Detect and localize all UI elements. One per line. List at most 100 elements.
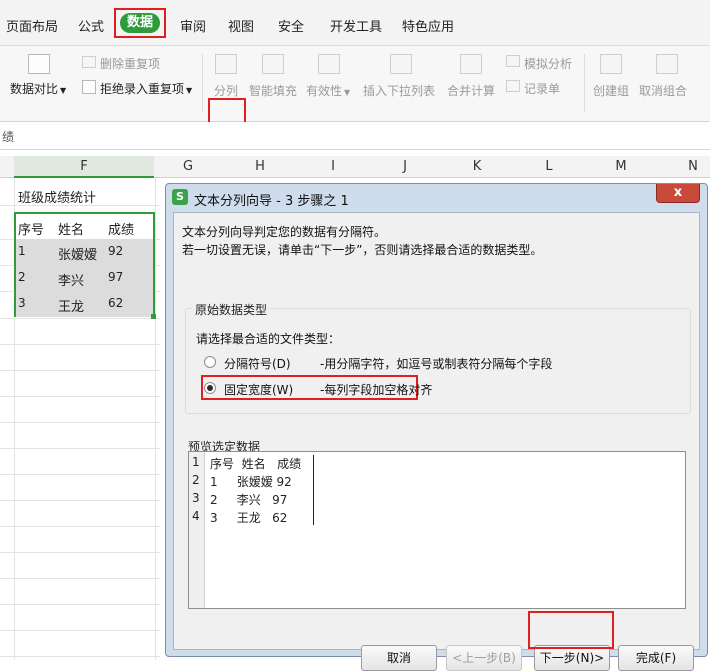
fixed-width-radio[interactable] — [204, 382, 216, 394]
column-header-f[interactable]: F — [74, 159, 94, 174]
reject-duplicates-button[interactable]: 拒绝录入重复项 ▼ — [100, 80, 192, 97]
menu-data[interactable]: 数据 — [120, 13, 160, 33]
column-header-j[interactable]: J — [395, 159, 415, 174]
insert-dropdown-button[interactable]: 插入下拉列表 — [363, 82, 435, 99]
choose-type-prompt: 请选择最合适的文件类型： — [196, 332, 341, 346]
simulate-icon — [506, 55, 520, 67]
grid-line — [0, 604, 160, 605]
column-header-row: F G H I J K L M N — [0, 156, 710, 178]
table-cell[interactable]: 3 — [18, 296, 26, 310]
fixed-width-description: -每列字段加空格对齐 — [320, 383, 433, 397]
grid-line — [0, 500, 160, 501]
grid-line — [0, 396, 160, 397]
table-cell[interactable]: 92 — [108, 244, 123, 258]
table-cell[interactable]: 97 — [108, 270, 123, 284]
table-cell[interactable]: 李兴 — [58, 270, 84, 289]
menu-review[interactable]: 审阅 — [180, 16, 206, 35]
chevron-down-icon: ▼ — [344, 88, 351, 97]
menu-page-layout[interactable]: 页面布局 — [6, 16, 58, 35]
menu-formula[interactable]: 公式 — [78, 16, 104, 35]
column-header-k[interactable]: K — [467, 159, 487, 174]
preview-line: 序号 姓名 成绩 — [210, 457, 302, 471]
validity-icon — [318, 54, 340, 74]
dialog-titlebar[interactable]: S 文本分列向导 - 3 步骤之 1 x — [166, 184, 707, 210]
intro-line-2: 若一切设置无误，请单击“下一步”，否则请选择最合适的数据类型。 — [182, 243, 543, 257]
grid-line — [155, 178, 156, 660]
record-icon — [506, 80, 520, 92]
ribbon-divider — [202, 54, 203, 112]
table-row: 3 王龙 62 — [16, 291, 153, 317]
column-header-g[interactable]: G — [178, 159, 198, 174]
chevron-down-icon: ▼ — [60, 86, 67, 95]
table-header-cell[interactable]: 姓名 — [58, 219, 84, 238]
table-header-cell[interactable]: 成绩 — [108, 219, 134, 238]
table-cell[interactable]: 王龙 — [58, 296, 84, 315]
preview-line: 3 王龙 62 — [210, 511, 288, 525]
menu-data-highlight: 数据 — [114, 8, 166, 38]
split-icon — [215, 54, 237, 74]
reject-duplicates-label: 拒绝录入重复项 — [100, 82, 185, 96]
ungroup-button[interactable]: 取消组合 — [639, 82, 687, 99]
radio-selected-dot — [207, 385, 213, 391]
column-header-l[interactable]: L — [539, 159, 559, 174]
formula-bar-text: 绩 — [2, 130, 15, 144]
delimited-label[interactable]: 分隔符号(D) — [224, 355, 291, 372]
data-compare-button[interactable]: 数据对比 ▼ — [10, 80, 66, 97]
fixed-width-label[interactable]: 固定宽度(W) — [224, 381, 293, 398]
smart-fill-button[interactable]: 智能填充 — [249, 82, 297, 99]
column-header-h[interactable]: H — [250, 159, 270, 174]
grid-line — [0, 370, 160, 371]
menu-special[interactable]: 特色应用 — [402, 16, 454, 35]
table-cell[interactable]: 1 — [18, 244, 26, 258]
finish-button[interactable]: 完成(F) — [618, 645, 694, 671]
table-row: 2 李兴 97 — [16, 265, 153, 291]
dialog-body: 文本分列向导判定您的数据有分隔符。 若一切设置无误，请单击“下一步”，否则请选择… — [173, 212, 700, 671]
sheet-title-cell[interactable]: 班级成绩统计 — [18, 187, 96, 206]
smart-fill-icon — [262, 54, 284, 74]
preview-line-number: 3 — [192, 491, 200, 505]
grid-line — [0, 552, 160, 553]
table-cell[interactable]: 2 — [18, 270, 26, 284]
simulate-button[interactable]: 模拟分析 — [524, 55, 572, 72]
chevron-down-icon: ▼ — [186, 86, 193, 95]
grid-line — [0, 318, 160, 319]
column-header-i[interactable]: I — [323, 159, 343, 174]
table-cell[interactable]: 张嫒嫒 — [58, 244, 97, 263]
column-header-m[interactable]: M — [611, 159, 631, 174]
validity-button[interactable]: 有效性 ▼ — [306, 82, 350, 99]
grid-line — [0, 656, 160, 657]
grid-line — [0, 474, 160, 475]
menu-view[interactable]: 视图 — [228, 16, 254, 35]
table-cell[interactable]: 62 — [108, 296, 123, 310]
app-logo-icon: S — [172, 189, 188, 205]
ribbon-divider — [584, 54, 585, 112]
merge-calc-icon — [460, 54, 482, 74]
table-header-cell[interactable]: 序号 — [18, 219, 44, 238]
next-button-highlight — [528, 611, 614, 649]
create-group-button[interactable]: 创建组 — [593, 82, 629, 99]
fill-handle[interactable] — [151, 314, 156, 319]
grid-line — [0, 526, 160, 527]
data-type-group-legend: 原始数据类型 — [192, 301, 271, 318]
column-header-n[interactable]: N — [683, 159, 703, 174]
menu-developer[interactable]: 开发工具 — [330, 16, 382, 35]
insert-dropdown-icon — [390, 54, 412, 74]
cancel-button[interactable]: 取消 — [361, 645, 437, 671]
selected-range[interactable]: 序号 姓名 成绩 1 张嫒嫒 92 2 李兴 97 3 王龙 62 — [14, 212, 155, 317]
split-button[interactable]: 分列 — [214, 82, 238, 99]
preview-pane[interactable]: 1 序号 姓名 成绩 2 1 张嫒嫒 92 3 2 李兴 97 4 3 王龙 6… — [188, 451, 686, 609]
dialog-title: 文本分列向导 - 3 步骤之 1 — [194, 194, 349, 209]
grid-line — [0, 578, 160, 579]
record-button[interactable]: 记录单 — [524, 80, 560, 97]
menu-security[interactable]: 安全 — [278, 16, 304, 35]
previous-button[interactable]: <上一步(B) — [446, 645, 522, 671]
preview-line-number: 1 — [192, 455, 200, 469]
preview-column-break[interactable] — [313, 455, 314, 525]
preview-line-number: 4 — [192, 509, 200, 523]
merge-calc-button[interactable]: 合并计算 — [447, 82, 495, 99]
delimited-radio[interactable] — [204, 356, 216, 368]
close-button[interactable]: x — [656, 184, 700, 203]
reject-duplicates-icon — [82, 80, 96, 94]
remove-duplicates-button[interactable]: 删除重复项 — [100, 55, 160, 72]
preview-line: 2 李兴 97 — [210, 493, 288, 507]
